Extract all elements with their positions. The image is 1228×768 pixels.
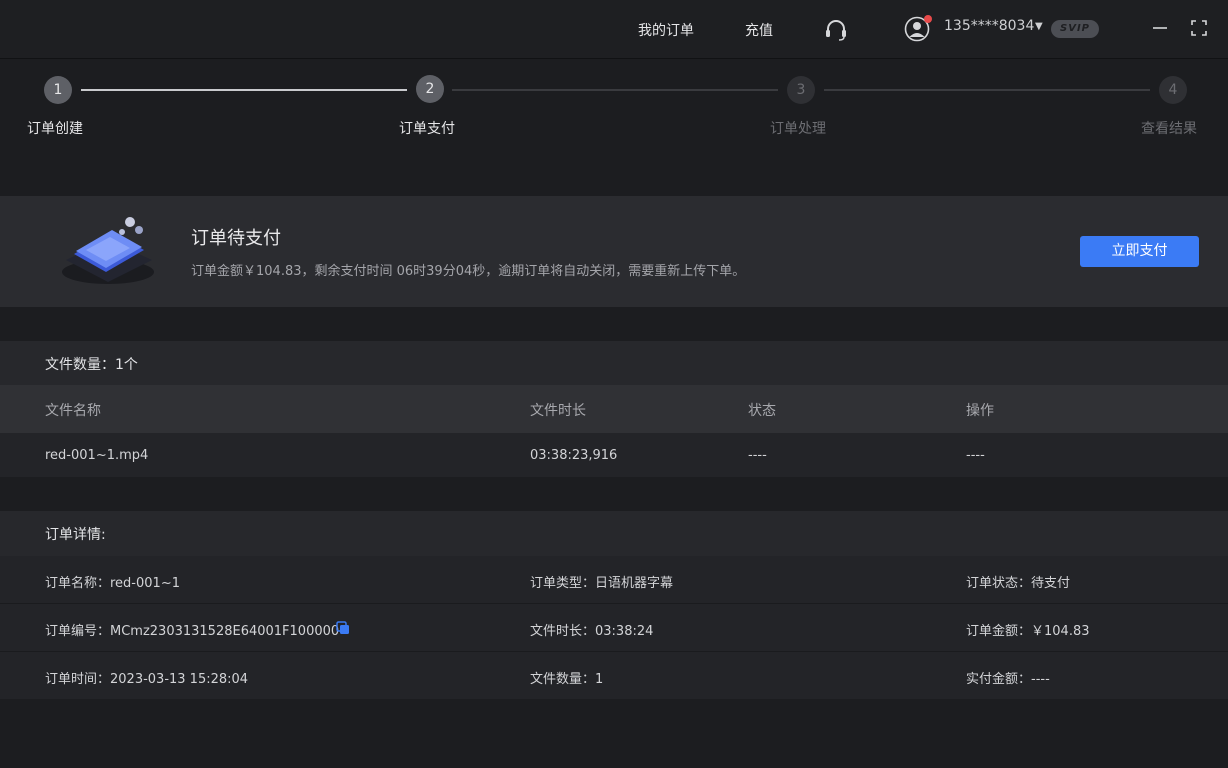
step-3-label: 订单处理 — [770, 121, 826, 137]
minimize-icon[interactable] — [1150, 18, 1170, 38]
my-orders-link[interactable]: 我的订单 — [638, 20, 694, 40]
order-progress-steps — [0, 59, 1228, 195]
order-number: 订单编号：MCmz2303131528E64001F100000 — [45, 624, 340, 639]
account-name[interactable]: 135****8034 — [944, 18, 1034, 34]
step-4-label: 查看结果 — [1141, 121, 1197, 137]
step-connector-2 — [452, 89, 778, 91]
account-dropdown-icon[interactable]: ▼ — [1035, 21, 1043, 32]
step-2-number: 2 — [416, 75, 444, 103]
detail-file-duration: 文件时长：03:38:24 — [530, 624, 654, 639]
payment-description: 订单金额￥104.83，剩余支付时间 06时39分04秒，逾期订单将自动关闭，需… — [191, 264, 746, 279]
order-details-title: 订单详情: — [45, 527, 106, 543]
step-connector-1 — [81, 89, 407, 91]
copy-icon[interactable] — [335, 620, 351, 636]
pay-now-button[interactable]: 立即支付 — [1080, 236, 1199, 267]
detail-file-count: 文件数量：1 — [530, 672, 604, 687]
col-status: 状态 — [748, 403, 776, 419]
notification-dot — [924, 15, 932, 23]
recharge-link[interactable]: 充值 — [745, 20, 773, 40]
order-time: 订单时间：2023-03-13 15:28:04 — [45, 672, 249, 687]
payment-status-title: 订单待支付 — [191, 228, 281, 249]
step-3-number: 3 — [787, 76, 815, 104]
file-status-cell: ---- — [748, 448, 767, 463]
user-avatar[interactable] — [904, 15, 932, 42]
col-file-duration: 文件时长 — [530, 403, 586, 419]
paid-amount: 实付金额：---- — [966, 672, 1050, 687]
payment-pending-card — [0, 196, 1228, 307]
svip-badge: SVIP — [1051, 20, 1099, 38]
col-actions: 操作 — [966, 403, 994, 419]
file-name-cell: red-001~1.mp4 — [45, 448, 149, 463]
file-count-bar — [0, 341, 1228, 385]
payment-illustration — [62, 217, 154, 284]
top-bar — [0, 0, 1228, 59]
step-4-number: 4 — [1159, 76, 1187, 104]
order-type: 订单类型：日语机器字幕 — [530, 576, 674, 591]
file-table-header — [0, 385, 1228, 433]
file-duration-cell: 03:38:23,916 — [530, 448, 618, 463]
step-connector-3 — [824, 89, 1150, 91]
step-1-number: 1 — [44, 76, 72, 104]
step-1-label: 订单创建 — [27, 121, 83, 137]
order-status: 订单状态：待支付 — [966, 576, 1071, 591]
col-file-name: 文件名称 — [45, 403, 101, 419]
order-amount: 订单金额：￥104.83 — [966, 624, 1090, 639]
step-2-label: 订单支付 — [399, 121, 455, 137]
file-actions-cell: ---- — [966, 448, 985, 463]
order-details-header — [0, 511, 1228, 556]
order-name: 订单名称：red-001~1 — [45, 576, 180, 591]
fullscreen-icon[interactable] — [1189, 18, 1209, 38]
file-count: 文件数量：1个 — [45, 357, 138, 373]
headset-icon[interactable] — [823, 17, 849, 43]
